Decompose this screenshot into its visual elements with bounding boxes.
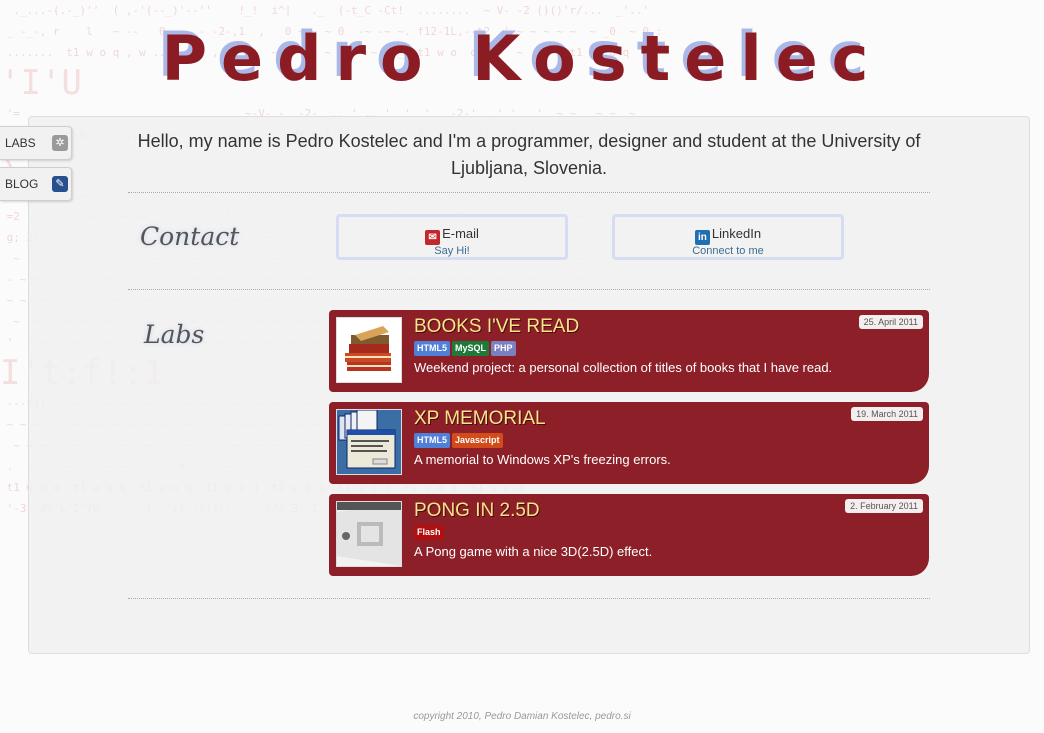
side-tab-blog[interactable]: BLOG ✎	[0, 167, 72, 201]
xp-windows-thumbnail	[336, 409, 402, 475]
tag-badge: HTML5	[414, 433, 450, 448]
tag-badge: Javascript	[452, 433, 503, 448]
email-label: E-mail	[442, 226, 479, 241]
lab-item-xp-memorial[interactable]: XP MEMORIAL 19. March 2011 HTML5 Javascr…	[329, 402, 929, 484]
linkedin-button-label-row: in LinkedIn	[615, 226, 841, 245]
linkedin-label: LinkedIn	[711, 226, 762, 241]
linkedin-icon: in	[694, 230, 710, 245]
contact-heading: Contact	[140, 222, 240, 251]
linkedin-subtext: Connect to me	[692, 245, 764, 257]
lab-item-pong[interactable]: PONG IN 2.5D 2. February 2011 Flash A Po…	[329, 494, 929, 576]
mail-icon: ✉	[425, 230, 441, 245]
lab-tags: HTML5 Javascript	[414, 433, 503, 448]
lab-description: A memorial to Windows XP's freezing erro…	[414, 452, 671, 467]
gear-icon: ✲	[52, 135, 68, 151]
side-tab-labs[interactable]: LABS ✲	[0, 126, 72, 160]
tag-badge: Flash	[414, 525, 444, 540]
lab-date: 19. March 2011	[851, 407, 923, 421]
lab-tags: HTML5 MySQL PHP	[414, 341, 516, 356]
pong-thumbnail	[336, 501, 402, 567]
lab-title: PONG IN 2.5D	[414, 500, 540, 521]
email-button[interactable]: ✉ E-mail Say Hi!	[336, 214, 568, 260]
lab-item-books[interactable]: BOOKS I'VE READ 25. April 2011 HTML5 MyS…	[329, 310, 929, 392]
lab-title: XP MEMORIAL	[414, 408, 546, 429]
site-title: Pedro Kostelec	[161, 22, 883, 95]
lab-description: Weekend project: a personal collection o…	[414, 360, 833, 375]
intro-text: Hello, my name is Pedro Kostelec and I'm…	[137, 131, 921, 178]
linkedin-button[interactable]: in LinkedIn Connect to me	[612, 214, 844, 260]
side-tab-labs-label: LABS	[5, 136, 36, 150]
footer-copyright: copyright 2010, Pedro Damian Kostelec, p…	[413, 711, 631, 722]
tag-badge: MySQL	[452, 341, 490, 356]
labs-heading: Labs	[144, 320, 205, 349]
lab-date: 2. February 2011	[845, 499, 923, 513]
email-subtext: Say Hi!	[434, 245, 470, 257]
lab-tags: Flash	[414, 525, 444, 540]
lab-description: A Pong game with a nice 3D(2.5D) effect.	[414, 544, 653, 559]
pencil-icon: ✎	[52, 176, 68, 192]
divider	[128, 289, 930, 290]
tag-badge: PHP	[491, 341, 516, 356]
divider	[128, 598, 930, 599]
books-thumbnail	[336, 317, 402, 383]
lab-date: 25. April 2011	[858, 315, 923, 329]
side-tab-blog-label: BLOG	[5, 177, 39, 191]
tag-badge: HTML5	[414, 341, 450, 356]
lab-title: BOOKS I'VE READ	[414, 316, 580, 337]
email-button-label-row: ✉ E-mail	[339, 226, 565, 245]
divider	[128, 192, 930, 193]
